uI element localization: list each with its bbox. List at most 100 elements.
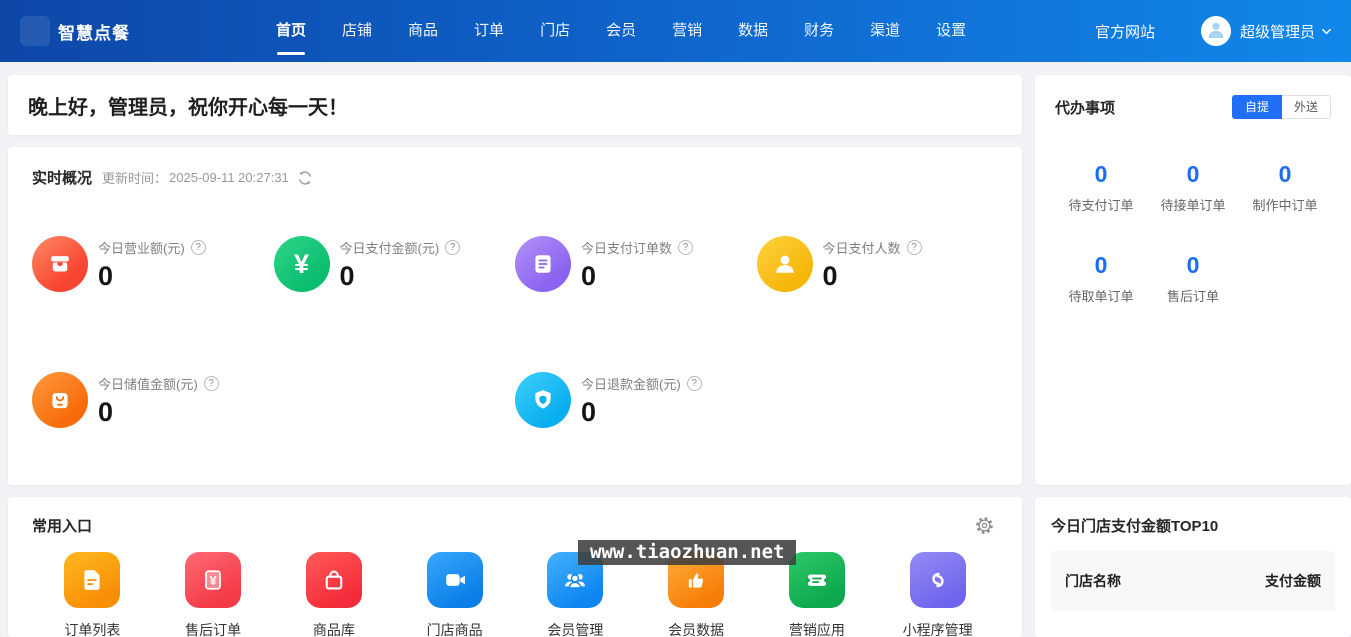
top10-title: 今日门店支付金额TOP10 — [1051, 518, 1219, 535]
stat-value: 0 — [339, 261, 355, 291]
top-navbar: 智慧点餐 首页 店铺 商品 订单 门店 会员 营销 数据 财务 渠道 设置 官方… — [0, 0, 1351, 62]
gear-icon[interactable] — [975, 516, 994, 535]
stat-label: 今日储值金额(元) — [98, 377, 198, 392]
todo-item-in-production: 0 制作中订单 — [1239, 161, 1331, 214]
marketing-ticket-icon — [788, 552, 845, 608]
overview-title: 实时概况 — [32, 170, 93, 187]
store-goods-icon — [426, 552, 483, 608]
help-icon[interactable]: ? — [678, 240, 694, 255]
stat-value: 0 — [581, 261, 597, 291]
refresh-icon[interactable] — [297, 170, 313, 186]
entry-miniprogram-management[interactable]: 小程序管理 — [903, 552, 973, 637]
help-icon[interactable]: ? — [906, 240, 922, 255]
help-icon[interactable]: ? — [203, 376, 219, 391]
column-store-name: 门店名称 — [1065, 573, 1121, 589]
chevron-down-icon[interactable] — [1320, 25, 1333, 38]
entry-label: 营销应用 — [788, 622, 845, 637]
todo-label: 售后订单 — [1166, 289, 1219, 304]
nav-item-members[interactable]: 会员 — [588, 0, 654, 62]
nav-item-goods[interactable]: 商品 — [390, 0, 456, 62]
revenue-box-icon — [32, 236, 88, 292]
aftersale-icon: ¥ — [185, 552, 242, 608]
todo-count[interactable]: 0 — [1239, 161, 1331, 188]
entry-label: 售后订单 — [185, 622, 242, 637]
entries-grid: 订单列表 ¥ 售后订单 商品库 门店商品 会员管理 会员数据 营销应用 小程序管… — [32, 552, 998, 637]
realtime-overview-card: 实时概况 更新时间： 2025-09-11 20:27:31 今日营业额(元) … — [8, 147, 1022, 485]
overview-stats-grid: 今日营业额(元) ? 0 ¥ 今日支付金额(元) ? 0 今日支付订单数 ? 0… — [32, 236, 998, 428]
todo-card: 代办事项 自提 外送 0 待支付订单 0 待接单订单 0 制作中订单 0 待取单… — [1035, 75, 1351, 485]
stat-today-paid-orders: 今日支付订单数 ? 0 — [515, 236, 757, 292]
todo-count[interactable]: 0 — [1055, 252, 1147, 279]
nav-item-stores[interactable]: 门店 — [522, 0, 588, 62]
top10-table-header: 门店名称 支付金额 — [1051, 551, 1335, 611]
current-user-name[interactable]: 超级管理员 — [1240, 21, 1315, 42]
order-doc-icon — [515, 236, 571, 292]
stat-label: 今日支付人数 — [822, 241, 901, 256]
nav-item-orders[interactable]: 订单 — [456, 0, 522, 62]
watermark: www.tiaozhuan.net — [578, 540, 797, 565]
column-pay-amount: 支付金额 — [1265, 573, 1321, 589]
storage-bag-icon — [32, 372, 88, 428]
person-icon — [756, 236, 813, 292]
todo-label: 待支付订单 — [1068, 198, 1134, 213]
help-icon[interactable]: ? — [686, 376, 702, 391]
top10-card: 今日门店支付金额TOP10 门店名称 支付金额 — [1035, 497, 1351, 637]
entry-label: 会员数据 — [668, 622, 725, 637]
order-list-icon — [64, 552, 121, 608]
stat-today-stored-value: 今日储值金额(元) ? 0 — [32, 372, 274, 428]
todo-label: 待取单订单 — [1068, 289, 1134, 304]
nav-item-shop[interactable]: 店铺 — [324, 0, 390, 62]
todo-grid: 0 待支付订单 0 待接单订单 0 制作中订单 0 待取单订单 0 售后订单 — [1055, 161, 1331, 305]
todo-label: 制作中订单 — [1252, 198, 1318, 213]
entry-marketing-apps[interactable]: 营销应用 — [788, 552, 845, 637]
refund-shield-icon — [515, 372, 571, 428]
todo-item-aftersale: 0 售后订单 — [1147, 252, 1239, 305]
nav-item-data[interactable]: 数据 — [720, 0, 786, 62]
entries-header: 常用入口 — [32, 515, 998, 536]
nav-item-settings[interactable]: 设置 — [918, 0, 984, 62]
stat-label: 今日营业额(元) — [98, 241, 185, 256]
greeting-text: 晚上好，管理员，祝你开心每一天！ — [28, 96, 348, 119]
entry-store-goods[interactable]: 门店商品 — [426, 552, 483, 637]
toggle-delivery[interactable]: 外送 — [1281, 95, 1331, 119]
goods-bag-icon — [305, 552, 362, 608]
stat-today-refund: 今日退款金额(元) ? 0 — [515, 372, 757, 428]
todo-item-pending-pickup: 0 待取单订单 — [1055, 252, 1147, 305]
todo-count[interactable]: 0 — [1055, 161, 1147, 188]
update-time-label: 更新时间： — [102, 171, 168, 186]
entry-order-list[interactable]: 订单列表 — [64, 552, 121, 637]
todo-item-unpaid: 0 待支付订单 — [1055, 161, 1147, 214]
entry-aftersale-orders[interactable]: ¥ 售后订单 — [185, 552, 242, 637]
stat-value: 0 — [822, 261, 838, 291]
stat-label: 今日支付金额(元) — [339, 241, 440, 256]
todo-label: 待接单订单 — [1160, 198, 1226, 213]
official-website-link[interactable]: 官方网站 — [1095, 21, 1155, 42]
toggle-pickup[interactable]: 自提 — [1231, 95, 1282, 119]
update-time-value: 2025-09-11 20:27:31 — [169, 170, 289, 185]
entries-title: 常用入口 — [32, 518, 93, 535]
user-avatar[interactable] — [1200, 16, 1231, 46]
common-entries-card: 常用入口 订单列表 ¥ 售后订单 商品库 门店商品 会员管理 会员数据 营销应用… — [8, 497, 1022, 637]
help-icon[interactable]: ? — [190, 240, 206, 255]
help-icon[interactable]: ? — [445, 240, 461, 255]
stat-today-revenue: 今日营业额(元) ? 0 — [32, 236, 274, 292]
greeting-card: 晚上好，管理员，祝你开心每一天！ — [8, 75, 1022, 135]
brand-name: 智慧点餐 — [58, 23, 130, 43]
todo-count[interactable]: 0 — [1147, 252, 1239, 279]
stat-value: 0 — [98, 261, 114, 291]
miniprogram-icon — [909, 552, 966, 608]
right-column: 代办事项 自提 外送 0 待支付订单 0 待接单订单 0 制作中订单 0 待取单… — [1035, 75, 1351, 637]
todo-count[interactable]: 0 — [1147, 161, 1239, 188]
stat-value: 0 — [581, 397, 597, 427]
nav-item-finance[interactable]: 财务 — [786, 0, 852, 62]
nav-item-channels[interactable]: 渠道 — [852, 0, 918, 62]
stat-value: 0 — [98, 397, 114, 427]
nav-item-home[interactable]: 首页 — [258, 0, 324, 62]
todo-title: 代办事项 — [1055, 99, 1116, 117]
entry-label: 会员管理 — [547, 622, 604, 637]
nav-item-marketing[interactable]: 营销 — [654, 0, 720, 62]
main-menu: 首页 店铺 商品 订单 门店 会员 营销 数据 财务 渠道 设置 — [258, 0, 984, 62]
stat-today-payers: 今日支付人数 ? 0 — [756, 236, 999, 292]
entry-label: 商品库 — [312, 622, 355, 637]
entry-goods-library[interactable]: 商品库 — [305, 552, 362, 637]
